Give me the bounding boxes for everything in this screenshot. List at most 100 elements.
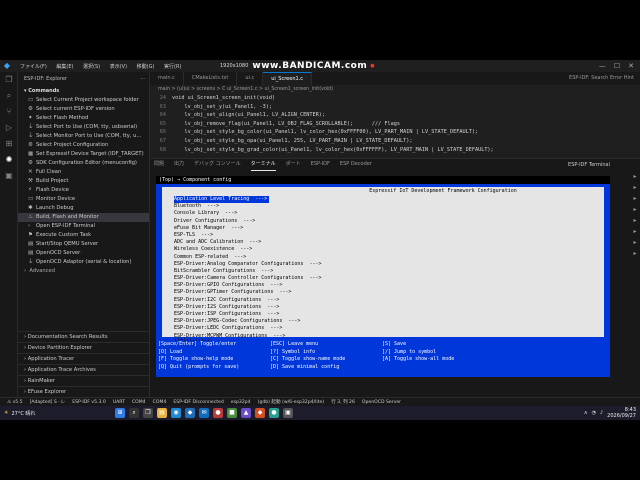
menuconfig-option[interactable]: Bluetooth ---> <box>174 203 219 209</box>
panel-tab[interactable]: 問題 <box>154 159 164 171</box>
terminal-instance-icon[interactable]: ▸ <box>630 250 640 261</box>
file-explorer-icon[interactable]: ▤ <box>157 408 167 418</box>
terminal-instance-icon[interactable]: ▸ <box>630 195 640 206</box>
menu-run[interactable]: 実行(R) <box>164 64 181 70</box>
menuconfig-option[interactable]: ESP-Driver:ISP Configurations ---> <box>174 311 279 317</box>
command-item[interactable]: ♨ Build, Flash and Monitor <box>18 213 149 222</box>
command-item[interactable]: ✕ Full Clean <box>18 168 149 177</box>
source-control-icon[interactable]: ⑂ <box>0 104 18 120</box>
status-item[interactable]: (gdb) 起動 (w/6-esp32p4/lite) <box>258 399 324 405</box>
menu-edit[interactable]: 編集(E) <box>56 64 73 70</box>
status-item[interactable]: COM4 <box>132 400 146 405</box>
sidebar-section[interactable]: › Application Tracer <box>18 353 150 364</box>
menu-view[interactable]: 表示(V) <box>110 64 127 70</box>
menuconfig-option[interactable]: ESP-TLS ---> <box>174 232 213 238</box>
volume-icon[interactable]: ♪ <box>600 410 603 416</box>
terminal-instance-icon[interactable]: ▸ <box>630 206 640 217</box>
menuconfig-option[interactable]: ESP-Driver:Camera Controller Configurati… <box>174 275 322 281</box>
code-editor[interactable]: 24 void ui_Screen1_screen_init(void) 63 lv… <box>150 94 640 154</box>
command-item[interactable]: ⚙ SDK Configuration Editor (menuconfig) <box>18 159 149 168</box>
minimize-icon[interactable]: — <box>599 62 606 70</box>
app-icon[interactable]: ● <box>269 408 279 418</box>
app-icon[interactable]: ● <box>213 408 223 418</box>
tray-chevron-icon[interactable]: ∧ <box>584 410 588 416</box>
menu-go[interactable]: 移動(G) <box>137 64 155 70</box>
menuconfig-option[interactable]: Console Library ---> <box>174 210 237 216</box>
menuconfig-option[interactable]: Common ESP-related ---> <box>174 254 246 260</box>
command-item[interactable]: ⚙ Select current ESP-IDF version <box>18 105 149 114</box>
command-item[interactable]: ▦ Set Espressif Device Target (IDF_TARGET… <box>18 150 149 159</box>
app-icon[interactable]: ▲ <box>241 408 251 418</box>
command-item[interactable]: › Open ESP-IDF Terminal <box>18 222 149 231</box>
command-item[interactable]: ✱ Launch Debug <box>18 204 149 213</box>
panel-tab[interactable]: デバッグ コンソール <box>194 159 241 171</box>
status-item[interactable]: ESP-IDF Disconnected <box>173 400 223 405</box>
command-item[interactable]: ⚒ Build Project <box>18 177 149 186</box>
command-item[interactable]: ⏚ OpenOCD Adaptor (serial & location) <box>18 258 149 267</box>
breadcrumb[interactable]: main > (ui)ui > screens > C ui_Screen1.c… <box>150 85 640 94</box>
run-debug-icon[interactable]: ▷ <box>0 120 18 136</box>
status-item[interactable]: esp32p4 <box>231 400 251 405</box>
command-item[interactable]: ✦ Select Flash Method <box>18 114 149 123</box>
sidebar-section[interactable]: › RainMaker <box>18 375 150 386</box>
status-item[interactable]: OpenOCD Server <box>362 400 401 405</box>
menuconfig-option[interactable]: ESP-Driver:Analog Comparator Configurati… <box>174 261 322 267</box>
device-icon[interactable]: ▣ <box>0 168 18 184</box>
menuconfig-option[interactable]: ESP-Driver:GPTimer Configurations ---> <box>174 289 291 295</box>
command-item[interactable]: ▤ Start/Stop QEMU Server <box>18 240 149 249</box>
command-item[interactable]: ⚑ Execute Custom Task <box>18 231 149 240</box>
menuconfig-option[interactable]: Wireless Coexistence ---> <box>174 246 252 252</box>
explorer-icon[interactable]: ❐ <box>0 72 18 88</box>
editor-tab[interactable]: CMakeLists.txt <box>184 72 238 85</box>
panel-tab[interactable]: ポート <box>286 159 301 171</box>
app-icon[interactable]: ■ <box>227 408 237 418</box>
vscode-icon[interactable]: ◆ <box>185 408 195 418</box>
menuconfig-option[interactable]: Driver Configurations ---> <box>174 218 255 224</box>
app-icon[interactable]: ▣ <box>283 408 293 418</box>
editor-tab[interactable]: main.c <box>150 72 184 85</box>
status-item[interactable]: ESP-IDF v5.3.0 <box>72 400 106 405</box>
maximize-icon[interactable]: ☐ <box>614 62 620 70</box>
terminal-instance-icon[interactable]: ▸ <box>630 217 640 228</box>
command-item[interactable]: ⚙ Select Project Configuration <box>18 141 149 150</box>
terminal-instance-icon[interactable]: ▸ <box>630 228 640 239</box>
status-item[interactable]: COM4 <box>153 400 167 405</box>
menuconfig-option[interactable]: ESP-Driver:I2C Configurations ---> <box>174 297 279 303</box>
panel-tab[interactable]: ESP Decoder <box>340 159 372 171</box>
terminal-instance-icon[interactable]: ▸ <box>630 173 640 184</box>
sidebar-section[interactable]: › EFuse Explorer <box>18 386 150 397</box>
start-icon[interactable]: ⊞ <box>115 408 125 418</box>
menuconfig-option[interactable]: eFuse Bit Manager ---> <box>174 225 243 231</box>
browser-icon[interactable]: ◉ <box>171 408 181 418</box>
menuconfig-option[interactable]: ESP-Driver:JPEG-Codec Configurations ---… <box>174 318 300 324</box>
search-error-hint[interactable]: ESP-IDF: Search Error Hint <box>569 72 640 85</box>
esp-idf-icon[interactable]: ✺ <box>0 152 18 168</box>
advanced-section[interactable]: › Advanced <box>18 267 149 276</box>
status-item[interactable]: [Adapted] S · L· <box>30 400 66 405</box>
menuconfig-option[interactable]: ESP-Driver:LEDC Configurations ---> <box>174 325 282 331</box>
status-item[interactable]: ⚠ v5.5 <box>7 400 23 405</box>
status-item[interactable]: 行 3, 列 26 <box>331 399 355 405</box>
menuconfig-option[interactable]: BitScrambler Configurations ---> <box>174 268 273 274</box>
wifi-icon[interactable]: ◔ <box>592 410 596 416</box>
command-item[interactable]: ⏚ Select Monitor Port to Use (COM, tty, u… <box>18 132 149 141</box>
sidebar-section[interactable]: › Application Trace Archives <box>18 364 150 375</box>
sidebar-section[interactable]: › Documentation Search Results <box>18 331 150 342</box>
terminal-selector[interactable]: ESP-IDF Terminal <box>568 162 610 168</box>
terminal-instance-icon[interactable]: ▸ <box>630 184 640 195</box>
menuconfig-option[interactable]: ESP-Driver:I2S Configurations ---> <box>174 304 279 310</box>
clock[interactable]: 8:43 2026/09/27 <box>607 407 636 419</box>
command-item[interactable]: ▭ Select Current Project workspace folder <box>18 96 149 105</box>
panel-tab[interactable]: ターミナル <box>250 159 276 171</box>
app-icon[interactable]: ◆ <box>255 408 265 418</box>
search-icon[interactable]: ⌕ <box>0 88 18 104</box>
close-icon[interactable]: ✕ <box>628 62 634 70</box>
search-icon[interactable]: ⌕ <box>129 408 139 418</box>
command-item[interactable]: ▤ OpenOCD Server <box>18 249 149 258</box>
status-item[interactable]: UART <box>113 400 125 405</box>
panel-tab[interactable]: 出力 <box>174 159 184 171</box>
menu-file[interactable]: ファイル(F) <box>20 64 47 70</box>
editor-tab[interactable]: ui.c <box>237 72 264 85</box>
panel-tab[interactable]: ESP-IDF <box>311 159 330 171</box>
menuconfig-option[interactable]: Application Level Tracing ---> <box>174 196 270 204</box>
